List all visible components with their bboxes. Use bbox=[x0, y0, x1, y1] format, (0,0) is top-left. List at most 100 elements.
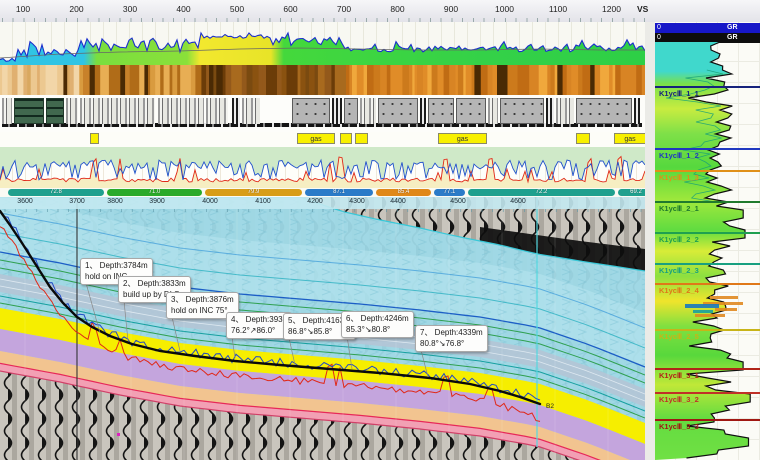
annotation-action-text: hold on INC 75° bbox=[171, 305, 234, 316]
gas-show-tag bbox=[340, 133, 352, 144]
gas-show-tag bbox=[576, 133, 590, 144]
segment-value-pill[interactable]: 79.9 bbox=[205, 189, 302, 196]
annotation-depth-text: 1、 Depth:3784m bbox=[85, 260, 148, 271]
depth-marker-dot bbox=[117, 433, 120, 436]
segment-value-pill[interactable]: 72.8 bbox=[8, 189, 104, 196]
lithology-block bbox=[46, 98, 64, 124]
marker-line-K1ycⅢ_1_3[interactable] bbox=[655, 170, 760, 172]
ruler-tick-100: 100 bbox=[16, 4, 30, 14]
track-gr-vs-curve[interactable] bbox=[0, 22, 645, 65]
lithology-block bbox=[332, 98, 342, 124]
lithology-block bbox=[500, 98, 544, 124]
marker-label-K1ycⅢ_3_3: K1ycⅢ_3_3 bbox=[659, 422, 699, 431]
segment-value-pill[interactable]: 77.1 bbox=[434, 189, 465, 196]
ruler-tick-500: 500 bbox=[230, 4, 244, 14]
md-depth-tick-3700: 3700 bbox=[69, 198, 85, 205]
marker-label-K1ycⅢ_2_3: K1ycⅢ_2_3 bbox=[659, 266, 699, 275]
gr-scale-min-1: 0 bbox=[657, 23, 661, 33]
vs-distance-ruler[interactable]: VS 1002003004005006007008009001000110012… bbox=[0, 0, 760, 23]
marker-label-K1ycⅢ_3_1: K1ycⅢ_3_1 bbox=[659, 371, 699, 380]
track-lithology-column[interactable] bbox=[0, 95, 645, 132]
gr-header-1: 0 GR bbox=[655, 23, 760, 33]
segment-value-pill[interactable]: 87.1 bbox=[305, 189, 373, 196]
gas-show-tag: gas bbox=[614, 133, 646, 144]
lithology-block bbox=[66, 98, 78, 124]
lithology-block bbox=[242, 98, 260, 124]
seismic-section-view[interactable]: B236003700380039004000410042004300440045… bbox=[0, 197, 645, 460]
ruler-tick-1000: 1000 bbox=[495, 4, 514, 14]
marker-line-K1ycⅢ_2_4[interactable] bbox=[655, 283, 760, 285]
gr-vs-curve-svg bbox=[0, 22, 645, 65]
annotation-depth-text: 4、 Depth:3933 bbox=[231, 314, 287, 325]
ruler-tick-800: 800 bbox=[390, 4, 404, 14]
gas-show-tag bbox=[355, 133, 368, 144]
ruler-tick-1200: 1200 bbox=[602, 4, 621, 14]
ruler-tick-300: 300 bbox=[123, 4, 137, 14]
type-well-gr-panel[interactable]: 0 GR 0 GR K1ycⅢ_1_1K1ycⅢ_1_2K1ycⅢ_1_3K1y… bbox=[655, 22, 760, 460]
lithology-block bbox=[80, 98, 155, 124]
ruler-tick-600: 600 bbox=[283, 4, 297, 14]
md-depth-tick-3600: 3600 bbox=[17, 198, 33, 205]
annotation-depth-text: 7、 Depth:4339m bbox=[420, 327, 483, 338]
marker-label-K1ycⅢ_2_2: K1ycⅢ_2_2 bbox=[659, 235, 699, 244]
ruler-tick-200: 200 bbox=[69, 4, 83, 14]
lithology-block bbox=[292, 98, 330, 124]
annotation-action-text: 85.3°↘80.8° bbox=[346, 324, 409, 335]
lithology-block bbox=[556, 98, 574, 124]
ruler-tick-400: 400 bbox=[176, 4, 190, 14]
marker-line-K1ycⅢ_2_3[interactable] bbox=[655, 263, 760, 265]
annotation-depth-text: 3、 Depth:3876m bbox=[171, 294, 234, 305]
marker-label-K1ycⅢ_1_3: K1ycⅢ_1_3 bbox=[659, 173, 699, 182]
annotation-depth-text: 6、 Depth:4246m bbox=[346, 313, 409, 324]
drilling-annotation-7[interactable]: 7、 Depth:4339m80.8°↘76.8° bbox=[415, 325, 488, 352]
segment-value-pill[interactable]: 72.2 bbox=[468, 189, 615, 196]
ruler-tick-900: 900 bbox=[444, 4, 458, 14]
marker-line-K1ycⅢ_1_1[interactable] bbox=[655, 86, 760, 88]
track-curve-comparison[interactable] bbox=[0, 147, 645, 188]
curve-comparison-svg bbox=[0, 147, 645, 188]
segment-value-pill[interactable]: 71.0 bbox=[107, 189, 202, 196]
marker-line-K1ycⅢ_3_1[interactable] bbox=[655, 368, 760, 370]
md-depth-tick-4400: 4400 bbox=[390, 198, 406, 205]
marker-label-K1ycⅢ_1_2: K1ycⅢ_1_2 bbox=[659, 151, 699, 160]
marker-label-K1ycⅢ_2_5: K1ycⅢ_2_5 bbox=[659, 332, 699, 341]
marker-label-K1ycⅢ_3_2: K1ycⅢ_3_2 bbox=[659, 395, 699, 404]
steering-segment-bar: 72.871.079.987.185.477.172.269.2 bbox=[0, 188, 645, 197]
segment-value-pill[interactable]: 85.4 bbox=[376, 189, 431, 196]
marker-line-K1ycⅢ_2_2[interactable] bbox=[655, 232, 760, 234]
lithology-block bbox=[2, 98, 12, 124]
lithology-block bbox=[546, 98, 554, 124]
ruler-tick-700: 700 bbox=[337, 4, 351, 14]
marker-line-K1ycⅢ_3_2[interactable] bbox=[655, 392, 760, 394]
annotation-action-text: 80.8°↘76.8° bbox=[420, 338, 483, 349]
lithology-block bbox=[488, 98, 498, 124]
track-gas-shows[interactable]: gas gas gas bbox=[0, 132, 645, 147]
gas-show-tag: gas bbox=[438, 133, 487, 144]
annotation-depth-text: 2、 Depth:3833m bbox=[123, 278, 186, 289]
marker-line-K1ycⅢ_2_1[interactable] bbox=[655, 201, 760, 203]
lithology-block bbox=[378, 98, 418, 124]
md-depth-tick-3800: 3800 bbox=[107, 198, 123, 205]
lithology-block bbox=[344, 98, 358, 124]
marker-label-K1ycⅢ_2_4: K1ycⅢ_2_4 bbox=[659, 286, 699, 295]
resistivity-image-svg bbox=[0, 65, 645, 95]
md-depth-tick-4100: 4100 bbox=[255, 198, 271, 205]
md-depth-tick-4200: 4200 bbox=[307, 198, 323, 205]
lithology-block bbox=[428, 98, 454, 124]
marker-line-K1ycⅢ_2_5[interactable] bbox=[655, 329, 760, 331]
marker-line-K1ycⅢ_3_3[interactable] bbox=[655, 419, 760, 421]
gas-show-tag bbox=[90, 133, 99, 144]
gas-show-tag: gas bbox=[297, 133, 335, 144]
lithology-block bbox=[14, 98, 44, 124]
track-resistivity-image[interactable] bbox=[0, 65, 645, 95]
md-depth-tick-4000: 4000 bbox=[202, 198, 218, 205]
lithology-block bbox=[420, 98, 426, 124]
drilling-annotation-6[interactable]: 6、 Depth:4246m85.3°↘80.8° bbox=[341, 311, 414, 338]
annotation-action-text: 76.2°↗86.0° bbox=[231, 325, 287, 336]
marker-line-K1ycⅢ_1_2[interactable] bbox=[655, 148, 760, 150]
md-depth-tick-4300: 4300 bbox=[349, 198, 365, 205]
geosteering-app-window: VS 1002003004005006007008009001000110012… bbox=[0, 0, 760, 460]
lithology-block bbox=[576, 98, 632, 124]
md-depth-tick-4500: 4500 bbox=[450, 198, 466, 205]
marker-label-K1ycⅢ_2_1: K1ycⅢ_2_1 bbox=[659, 204, 699, 213]
